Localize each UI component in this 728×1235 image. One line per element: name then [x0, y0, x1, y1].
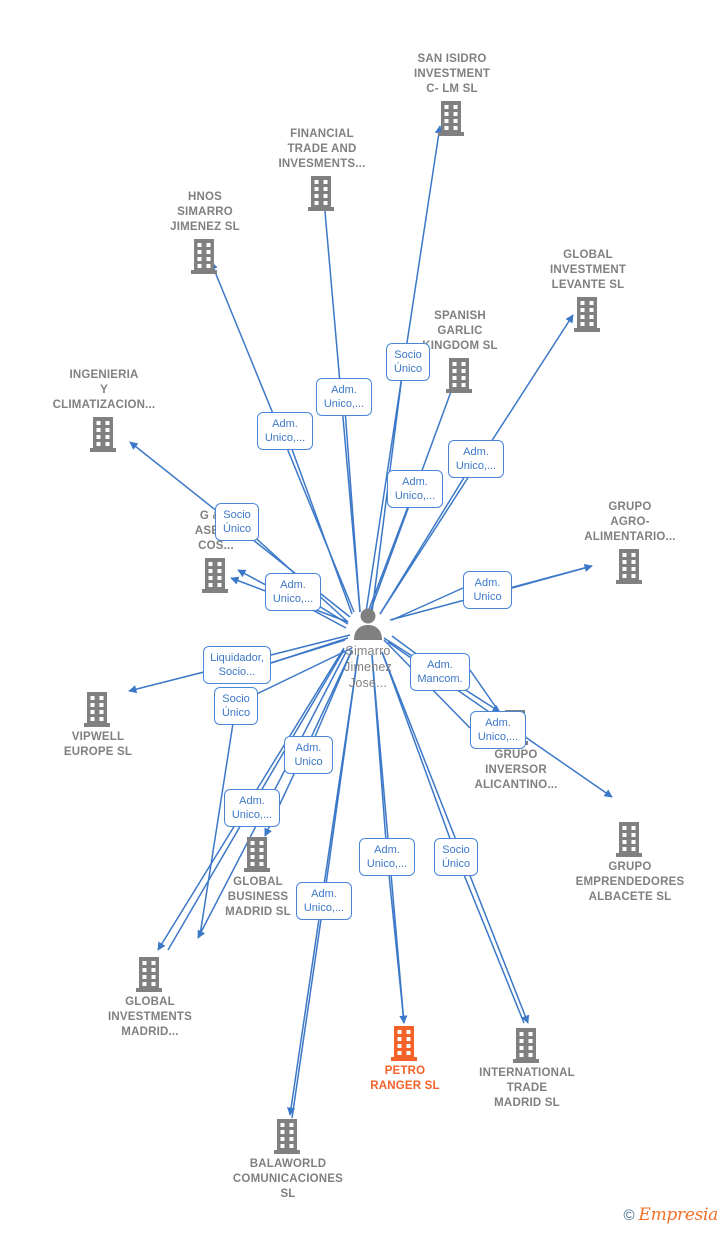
node-label: FINANCIAL TRADE AND INVESMENTS...	[278, 128, 366, 170]
badge-adm-unico-inversor[interactable]: Adm. Unico,...	[470, 711, 526, 749]
node-san-isidro[interactable]: SAN ISIDRO INVESTMENT C- LM SL	[382, 52, 522, 137]
node-label: INGENIERIA Y CLIMATIZACION...	[52, 369, 156, 411]
building-icon	[135, 237, 275, 275]
building-icon	[218, 1117, 358, 1155]
node-grupo-emprendedores[interactable]: GRUPO EMPRENDEDORES ALBACETE SL	[560, 820, 700, 905]
building-icon	[80, 955, 220, 993]
badge-socio-unico-garlic[interactable]: Socio Único	[386, 343, 430, 381]
badge-adm-unico-levante[interactable]: Adm. Unico,...	[448, 440, 504, 478]
node-balaworld[interactable]: BALAWORLD COMUNICACIONES SL	[218, 1117, 358, 1202]
badge-adm-unico-gim2[interactable]: Adm. Unico,...	[359, 838, 415, 876]
node-hnos-simarro[interactable]: HNOS SIMARRO JIMENEZ SL	[135, 190, 275, 275]
node-petro-ranger[interactable]: PETRO RANGER SL	[335, 1024, 475, 1094]
node-label: PETRO RANGER SL	[370, 1065, 440, 1092]
relationship-graph-canvas: SAN ISIDRO INVESTMENT C- LM SL FINANCIAL …	[0, 0, 728, 1235]
copyright-icon: ©	[623, 1206, 635, 1224]
edge-stub-petro-badge2	[386, 854, 405, 1024]
badge-adm-unico-agro[interactable]: Adm. Unico	[463, 571, 512, 609]
badge-adm-mancom[interactable]: Adm. Mancom.	[410, 653, 470, 691]
badge-adm-unico-gbm[interactable]: Adm. Unico	[284, 736, 333, 774]
edge-stub-bala-badge	[323, 654, 359, 900]
badge-socio-unico-vipwell[interactable]: Socio Único	[214, 687, 258, 725]
node-label: SAN ISIDRO INVESTMENT C- LM SL	[413, 53, 491, 95]
building-icon	[457, 1026, 597, 1064]
node-label: INTERNATIONAL TRADE MADRID SL	[479, 1067, 575, 1109]
node-label: GRUPO INVERSOR ALICANTINO...	[474, 749, 558, 791]
node-global-investments-madrid[interactable]: GLOBAL INVESTMENTS MADRID...	[80, 955, 220, 1040]
empresia-watermark: © Empresia	[623, 1205, 718, 1225]
watermark-label: Empresia	[638, 1205, 719, 1225]
node-label: BALAWORLD COMUNICACIONES SL	[232, 1158, 344, 1200]
node-vipwell-europe[interactable]: VIPWELL EUROPE SL	[28, 690, 168, 760]
building-icon	[335, 1024, 475, 1062]
badge-adm-unico-gim[interactable]: Adm. Unico,...	[224, 789, 280, 827]
building-icon	[188, 835, 328, 873]
node-label: GLOBAL INVESTMENT LEVANTE SL	[549, 249, 627, 291]
node-international-trade[interactable]: INTERNATIONAL TRADE MADRID SL	[457, 1026, 597, 1111]
badge-socio-unico-intl[interactable]: Socio Único	[434, 838, 478, 876]
edge-stub-financial-badge	[343, 395, 361, 613]
node-label: HNOS SIMARRO JIMENEZ SL	[170, 191, 240, 233]
building-icon	[382, 99, 522, 137]
node-label: VIPWELL EUROPE SL	[63, 731, 133, 758]
badge-socio-unico-gs[interactable]: Socio Único	[215, 503, 259, 541]
badge-adm-unico-hnos[interactable]: Adm. Unico,...	[257, 412, 313, 450]
node-global-inv-levante[interactable]: GLOBAL INVESTMENT LEVANTE SL	[518, 248, 658, 333]
building-icon	[518, 295, 658, 333]
node-ingenieria[interactable]: INGENIERIA Y CLIMATIZACION...	[34, 368, 174, 453]
edge-stub-bala-badge2	[291, 898, 325, 1119]
badge-adm-unico-gs[interactable]: Adm. Unico,...	[265, 573, 321, 611]
building-icon	[560, 820, 700, 858]
node-label: GRUPO EMPRENDEDORES ALBACETE SL	[575, 861, 685, 903]
badge-adm-unico-bala[interactable]: Adm. Unico,...	[296, 882, 352, 920]
building-icon	[28, 690, 168, 728]
building-icon	[560, 547, 700, 585]
edge-stub-intl-badge2	[455, 854, 525, 1024]
badge-liquidador[interactable]: Liquidador, Socio...	[203, 646, 271, 684]
node-grupo-agro[interactable]: GRUPO AGRO- ALIMENTARIO...	[560, 500, 700, 585]
node-label: GLOBAL INVESTMENTS MADRID...	[108, 996, 192, 1038]
person-icon	[298, 607, 438, 641]
badge-adm-unico-financial[interactable]: Adm. Unico,...	[316, 378, 372, 416]
badge-adm-unico-sanisidro[interactable]: Adm. Unico,...	[387, 470, 443, 508]
node-label: GRUPO AGRO- ALIMENTARIO...	[584, 501, 676, 543]
building-icon	[34, 415, 174, 453]
